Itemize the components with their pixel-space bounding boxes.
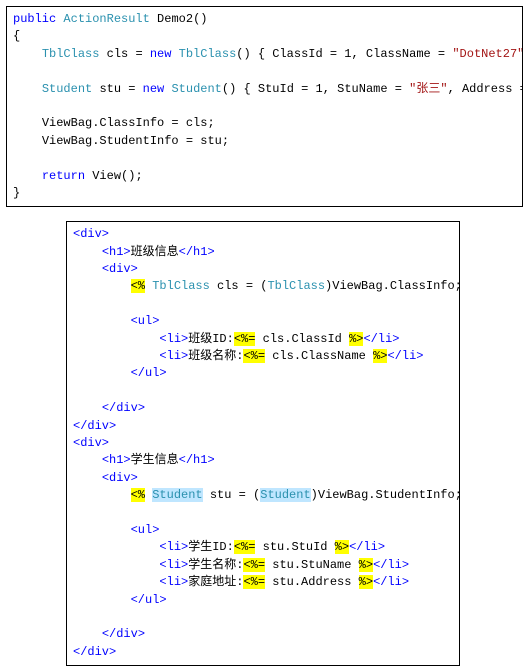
var-cls: cls (107, 47, 129, 61)
kw-public: public (13, 12, 56, 26)
type-student: Student (42, 82, 92, 96)
label-address: 家庭地址: (188, 575, 243, 589)
label-classname: 班级名称: (188, 349, 243, 363)
csharp-code-block: public ActionResult Demo2() { TblClass c… (6, 6, 523, 207)
str-dotnet: "DotNet27" (452, 47, 523, 61)
h1-class-label: 班级信息 (131, 245, 179, 259)
kw-return: return (42, 169, 85, 183)
type-tblclass: TblClass (42, 47, 100, 61)
type-actionresult: ActionResult (63, 12, 149, 26)
paren-empty: () (193, 12, 207, 26)
brace-close: } (13, 186, 20, 200)
var-stu: stu (99, 82, 121, 96)
h1-student-label: 学生信息 (131, 453, 179, 467)
view-code-block: <div> <h1>班级信息</h1> <div> <% TblClass cl… (66, 221, 460, 666)
type-student-selected: Student (152, 488, 202, 502)
label-stuid: 学生ID: (188, 540, 234, 554)
viewbag-classinfo: ViewBag.ClassInfo = cls; (42, 116, 215, 130)
viewbag-studentinfo: ViewBag.StudentInfo = stu; (42, 134, 229, 148)
brace-open: { (13, 29, 20, 43)
label-classid: 班级ID: (188, 332, 234, 346)
kw-new: new (150, 47, 172, 61)
asp-open: <% (131, 279, 145, 293)
str-zhangsan: "张三" (409, 82, 447, 96)
label-stuname: 学生名称: (188, 558, 243, 572)
method-name: Demo2 (157, 12, 193, 26)
